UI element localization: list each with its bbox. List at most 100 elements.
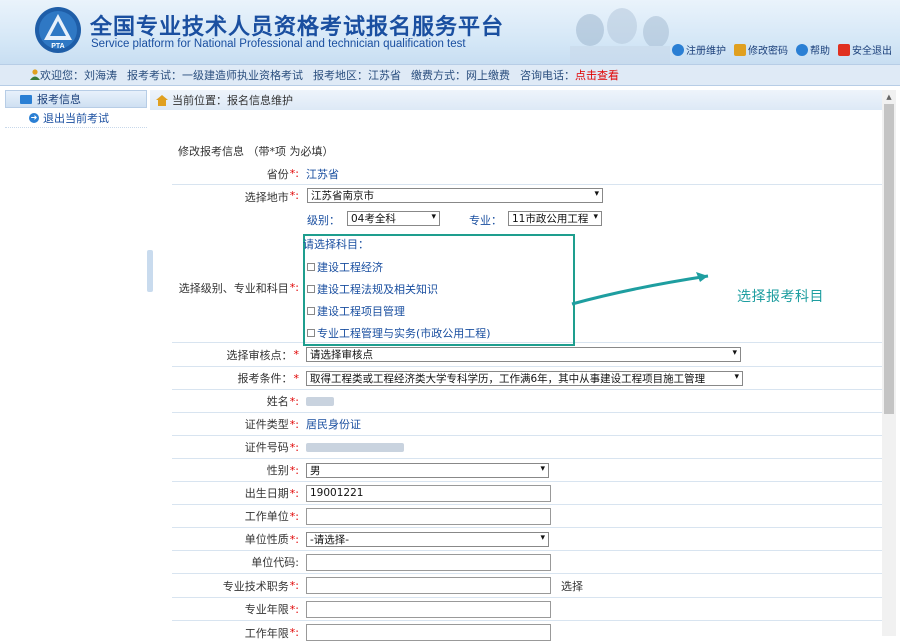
form-title: 修改报考信息 （带*项 为必填） — [178, 145, 334, 158]
subject-option[interactable]: 建设工程项目管理 — [307, 303, 405, 319]
review-point-label: 选择审核点： * — [226, 348, 300, 362]
logout-link[interactable]: 安全退出 — [838, 42, 892, 57]
city-select[interactable]: 江苏省南京市 — [307, 188, 603, 203]
payment-text: 缴费方式：网上缴费 — [411, 69, 510, 82]
logout-label: 安全退出 — [852, 46, 892, 57]
scroll-up-icon[interactable]: ▲ — [882, 90, 896, 104]
subject-option[interactable]: 建设工程法规及相关知识 — [307, 281, 438, 297]
power-icon — [838, 43, 850, 56]
exam-text: 报考考试：一级建造师执业资格考试 — [127, 69, 303, 82]
tech-title-select-link[interactable]: 选择 — [561, 578, 583, 594]
pta-logo: PTA — [35, 7, 81, 53]
city-label: 选择地市 *: — [244, 189, 299, 204]
unit-nature-select[interactable]: -请选择- — [306, 531, 549, 547]
major-years-label: 专业年限 *: — [244, 602, 299, 617]
work-years-input[interactable] — [306, 624, 551, 641]
id-type-label: 证件类型 *: — [244, 417, 299, 432]
row-id-type: 证件类型 *: 居民身份证 — [172, 413, 882, 436]
row-unit-code: 单位代码: — [172, 551, 882, 574]
subject-checkbox[interactable] — [307, 263, 315, 271]
mail-icon — [20, 94, 32, 104]
consult-link[interactable]: 点击查看 — [575, 69, 619, 82]
user-edit-icon — [672, 43, 684, 56]
name-value-redacted — [306, 396, 334, 406]
major-label: 专业： — [469, 214, 502, 227]
row-birth: 出生日期 *: 19001221 — [172, 482, 882, 505]
work-unit-label: 工作单位 *: — [244, 509, 299, 524]
consult-label: 咨询电话： — [520, 69, 575, 82]
row-province: 省份 *: 江苏省 — [172, 163, 882, 185]
row-unit-nature: 单位性质 *: -请选择- — [172, 528, 882, 551]
home-icon — [156, 94, 168, 106]
level-select[interactable]: 04考全科 — [347, 211, 440, 226]
change-password-link[interactable]: 修改密码 — [734, 42, 788, 57]
welcome-text: 欢迎您：刘海涛 — [40, 69, 117, 82]
site-header: PTA 全国专业技术人员资格考试报名服务平台 Service platform … — [0, 0, 900, 64]
major-select[interactable]: 11市政公用工程 — [508, 211, 602, 226]
change-password-label: 修改密码 — [748, 46, 788, 57]
tech-title-input[interactable] — [306, 577, 551, 594]
row-condition: 报考条件： * 取得工程类或工程经济类大学专科学历，工作满6年，其中从事建设工程项… — [172, 367, 882, 390]
major-years-input[interactable] — [306, 600, 551, 618]
work-unit-input[interactable] — [306, 507, 551, 525]
site-title: 全国专业技术人员资格考试报名服务平台 — [90, 15, 505, 40]
header-links: 注册维护 修改密码 帮助 安全退出 — [672, 42, 892, 57]
annotation-arrow — [571, 272, 709, 306]
birth-input[interactable]: 19001221 — [306, 484, 551, 502]
birth-label: 出生日期 *: — [244, 486, 299, 501]
unit-nature-label: 单位性质 *: — [244, 532, 299, 547]
breadcrumb: 当前位置：报名信息维护 — [150, 90, 882, 110]
row-tech-title: 专业技术职务 *: 选择 — [172, 574, 882, 598]
annotation-text: 选择报考科目 — [737, 289, 824, 305]
id-number-label: 证件号码 *: — [244, 440, 299, 455]
logo-text: PTA — [51, 43, 64, 50]
subject-checkbox[interactable] — [307, 285, 315, 293]
id-number-redacted — [306, 442, 404, 452]
register-maintain-link[interactable]: 注册维护 — [672, 42, 726, 57]
region-text: 报考地区：江苏省 — [313, 69, 401, 82]
name-label: 姓名 *: — [266, 394, 299, 409]
gender-label: 性别 *: — [266, 463, 299, 478]
subject-checkbox[interactable] — [307, 307, 315, 315]
sidebar-splitter-handle[interactable] — [147, 250, 153, 292]
province-value: 江苏省 — [306, 167, 339, 181]
breadcrumb-text: 当前位置：报名信息维护 — [172, 94, 293, 107]
register-maintain-label: 注册维护 — [686, 46, 726, 57]
row-review-point: 选择审核点： * 请选择审核点 — [172, 343, 882, 367]
row-city-level: 选择地市*: 江苏省南京市 级别： 04考全科 专业： 11市政公用工程 — [172, 185, 882, 233]
row-major-years: 专业年限 *: — [172, 598, 882, 621]
condition-label: 报考条件： * — [237, 371, 300, 386]
province-label: 省份 *: — [266, 167, 299, 181]
vertical-scrollbar[interactable]: ▲ — [882, 90, 896, 636]
unit-code-input[interactable] — [306, 553, 551, 571]
user-info-bar: 欢迎您：刘海涛 报考考试：一级建造师执业资格考试 报考地区：江苏省 缴费方式：网… — [0, 64, 900, 86]
site-subtitle: Service platform for National Profession… — [91, 38, 466, 50]
help-label: 帮助 — [810, 46, 830, 57]
level-label: 级别： — [307, 214, 340, 227]
help-icon — [796, 43, 808, 56]
condition-select[interactable]: 取得工程类或工程经济类大学专科学历，工作满6年，其中从事建设工程项目施工管理 — [306, 370, 743, 386]
sidebar-item-exit-exam[interactable]: ➜ 退出当前考试 — [5, 108, 147, 128]
tech-title-label: 专业技术职务 *: — [222, 579, 299, 593]
sidebar-item-label: 退出当前考试 — [43, 111, 109, 125]
work-years-label: 工作年限 *: — [244, 626, 299, 640]
gender-select[interactable]: 男 — [306, 462, 549, 478]
sidebar-header[interactable]: 报考信息 — [5, 90, 147, 108]
scroll-thumb[interactable] — [884, 104, 894, 414]
row-id-number: 证件号码 *: — [172, 436, 882, 459]
row-name: 姓名 *: — [172, 390, 882, 413]
row-gender: 性别 *: 男 — [172, 459, 882, 482]
unit-code-label: 单位代码: — [251, 555, 299, 570]
subject-checkbox[interactable] — [307, 329, 315, 337]
subject-option[interactable]: 专业工程管理与实务(市政公用工程) — [307, 325, 491, 341]
lock-icon — [734, 43, 746, 56]
subject-option[interactable]: 建设工程经济 — [307, 259, 383, 275]
row-work-years: 工作年限 *: — [172, 621, 882, 644]
help-link[interactable]: 帮助 — [796, 42, 830, 57]
arrow-right-icon: ➜ — [29, 112, 39, 123]
sidebar: 报考信息 ➜ 退出当前考试 — [5, 90, 147, 636]
review-point-select[interactable]: 请选择审核点 — [306, 347, 741, 362]
user-icon — [30, 69, 40, 80]
row-work-unit: 工作单位 *: — [172, 505, 882, 528]
sidebar-header-label: 报考信息 — [37, 93, 81, 106]
